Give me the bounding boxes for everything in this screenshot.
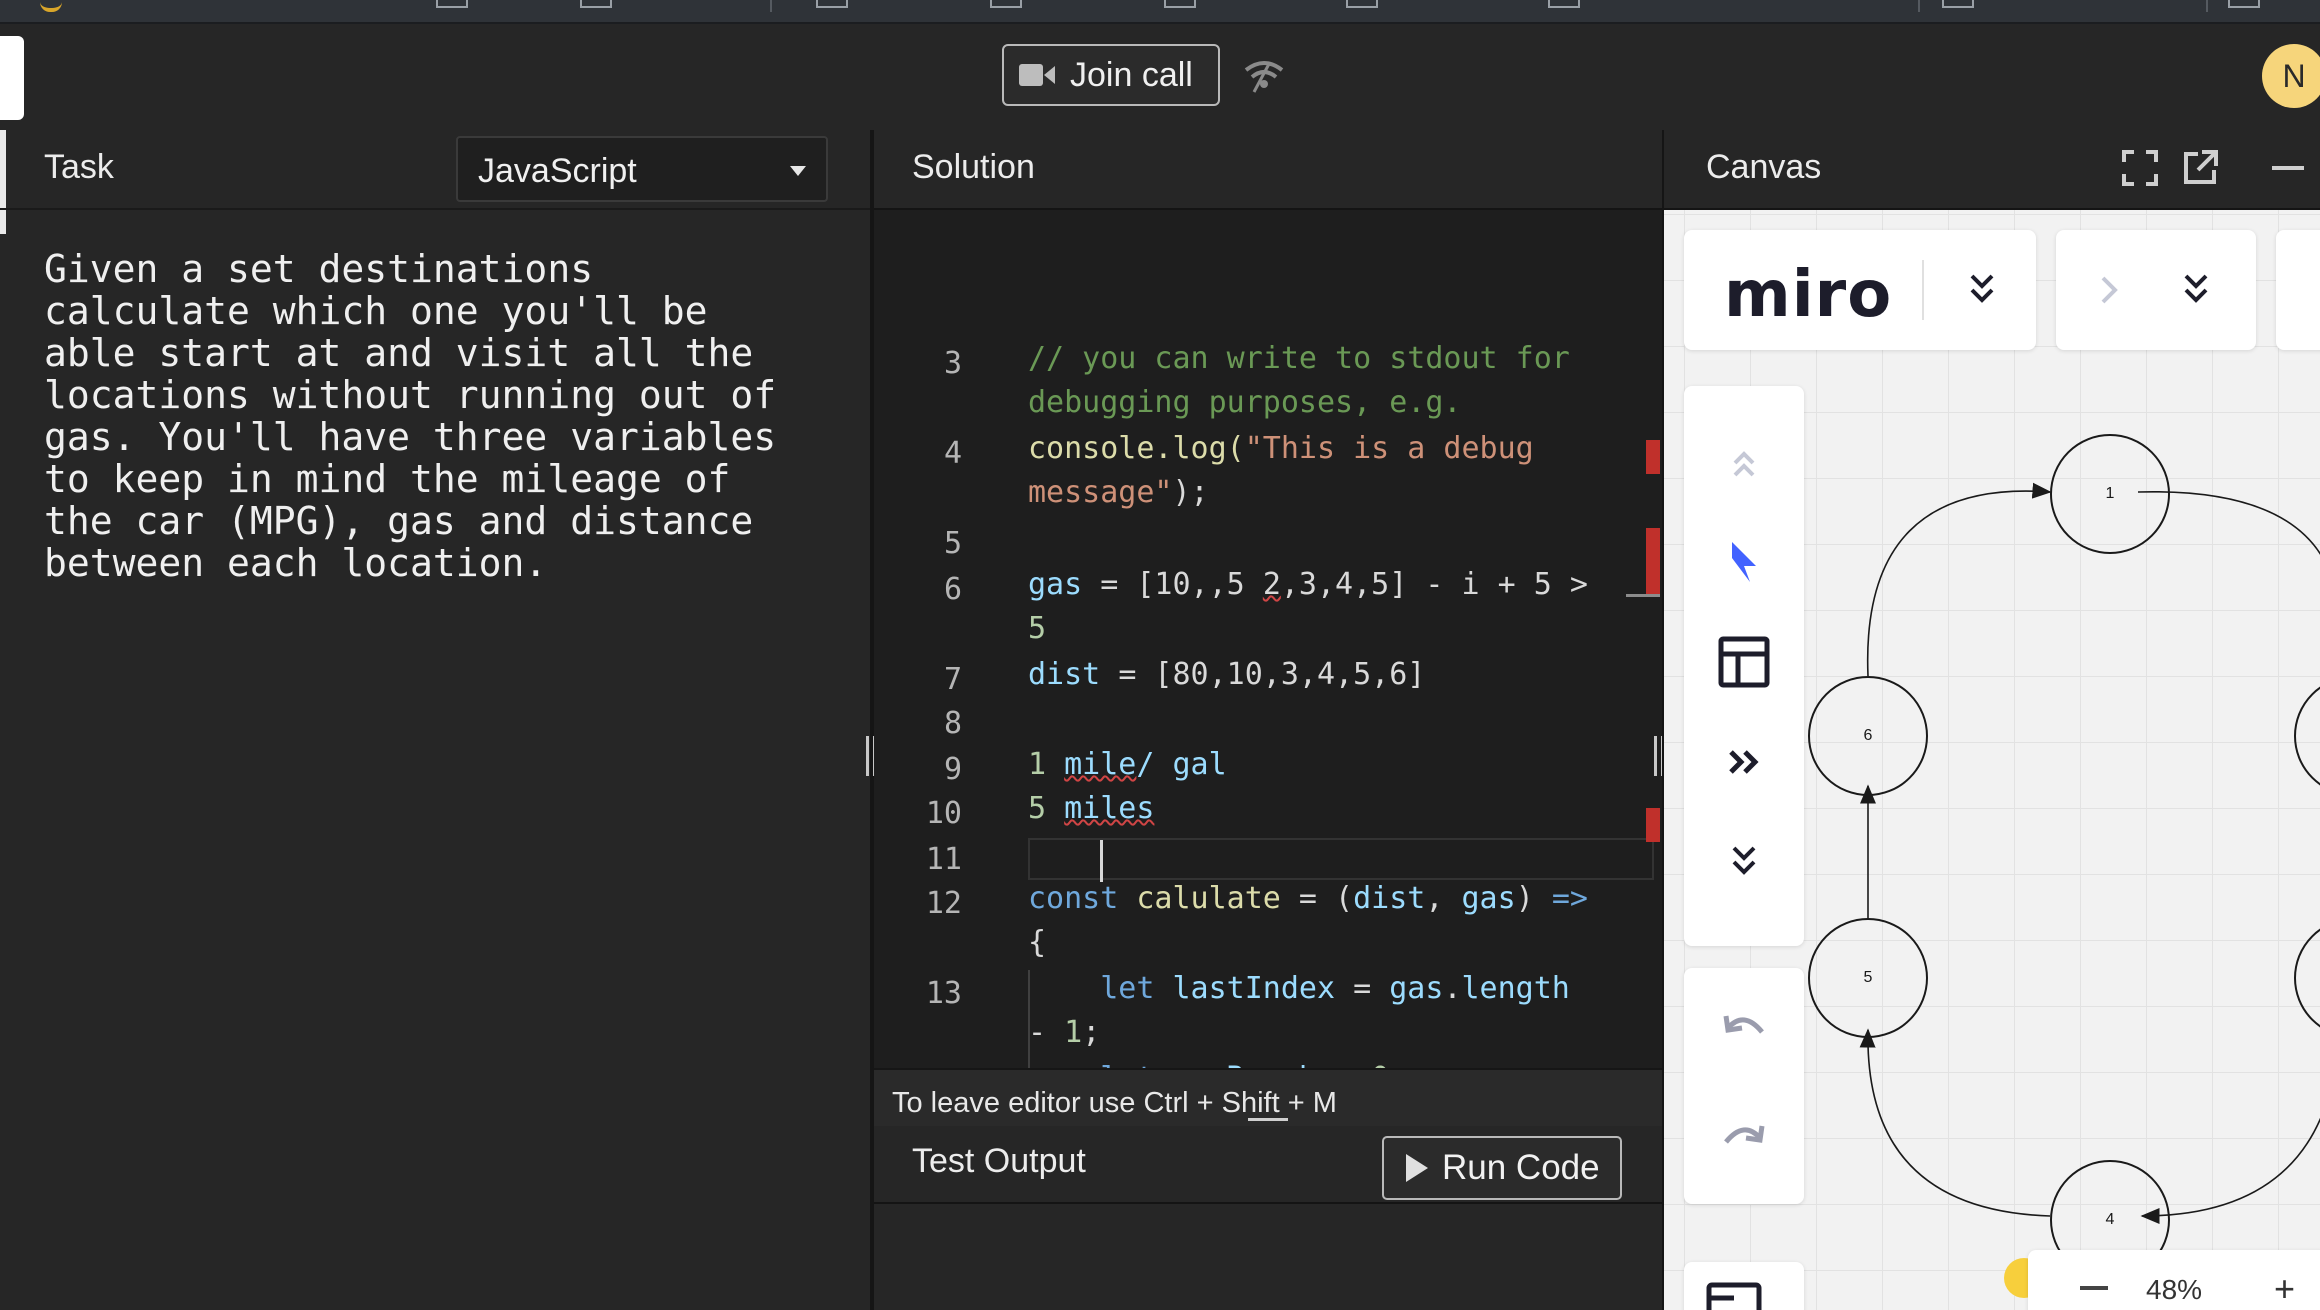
line-number: 6 — [943, 572, 962, 607]
minimize-icon[interactable] — [2268, 148, 2308, 188]
browser-indicator-icon — [40, 0, 62, 12]
canvas-title: Canvas — [1706, 148, 1822, 186]
tab-icon[interactable] — [990, 0, 1022, 8]
tab-icon[interactable] — [436, 0, 468, 8]
tab-separator — [2206, 0, 2208, 12]
zoom-controls: 48% + — [2028, 1250, 2320, 1310]
task-description: Given a set destinations calculate which… — [44, 247, 777, 585]
code-line: dist = [80,10,3,4,5,6] — [1028, 657, 1426, 692]
connection-status-icon[interactable] — [1240, 56, 1288, 96]
code-line: message"); — [1028, 475, 1209, 510]
language-select[interactable]: JavaScript — [456, 136, 828, 202]
run-code-label: Run Code — [1442, 1148, 1600, 1187]
current-line-highlight — [1028, 838, 1654, 880]
graph-node-label: 1 — [2105, 485, 2115, 502]
test-output-header: Test Output Run Code — [874, 1126, 1662, 1204]
code-line: // you can write to stdout for — [1028, 341, 1570, 376]
line-number: 9 — [943, 752, 962, 787]
tab-icon[interactable] — [1548, 0, 1580, 8]
line-number: 3 — [943, 346, 962, 381]
graph-node-label: 6 — [1863, 727, 1873, 744]
test-output-title: Test Output — [912, 1142, 1086, 1180]
code-line: 5 miles — [1028, 791, 1155, 826]
graph-node-label: 5 — [1863, 969, 1873, 986]
fullscreen-icon[interactable] — [2120, 148, 2160, 188]
solution-panel: Solution 3 4 5 6 7 8 9 10 11 12 13 14 15… — [874, 130, 1664, 1310]
join-call-label: Join call — [1070, 55, 1193, 94]
code-token: "This is a debug — [1244, 431, 1534, 466]
code-token: console.log( — [1028, 431, 1245, 466]
graph-node-label: 4 — [2105, 1211, 2115, 1228]
popout-icon[interactable] — [2180, 148, 2220, 188]
code-line: debugging purposes, e.g. — [1028, 385, 1462, 420]
tab-separator — [770, 0, 772, 12]
code-line: const calulate = (dist, gas) => — [1028, 881, 1588, 916]
browser-tab-strip — [0, 0, 2320, 24]
tab-icon[interactable] — [580, 0, 612, 8]
test-output-body — [874, 1204, 1662, 1310]
error-marker[interactable] — [1646, 528, 1660, 596]
tab-icon[interactable] — [1346, 0, 1378, 8]
error-marker[interactable] — [1646, 440, 1660, 474]
join-call-button[interactable]: Join call — [1002, 44, 1220, 106]
graph-node[interactable]: 5 — [1808, 918, 1928, 1038]
line-number: 8 — [943, 706, 962, 741]
language-select-value: JavaScript — [478, 152, 637, 190]
editor-hint-text: To leave editor use Ctrl + Shift + M — [892, 1087, 1337, 1119]
tab-icon[interactable] — [2228, 0, 2260, 8]
code-line: let lastIndex = gas.length — [1100, 971, 1570, 1006]
canvas-panel-header: Canvas — [1664, 130, 2320, 210]
code-line: { — [1028, 925, 1047, 960]
code-line: gas = [10,,5 2,3,4,5] - i + 5 > — [1028, 567, 1588, 602]
side-drawer-tab[interactable] — [0, 36, 24, 120]
graph-node[interactable]: 1 — [2050, 434, 2170, 554]
miro-board[interactable]: miro 1 6 5 4 48% + — [1664, 210, 2320, 1310]
zoom-level[interactable]: 48% — [2146, 1274, 2202, 1306]
canvas-panel: Canvas miro 1 6 5 4 48% + — [1664, 130, 2320, 1310]
line-number: 12 — [925, 886, 962, 921]
graph-diagram — [1859, 482, 2320, 1224]
line-number: 13 — [925, 976, 962, 1011]
code-line: 1 mile/ gal — [1028, 747, 1227, 782]
line-number-gutter: 3 4 5 6 7 8 9 10 11 12 13 14 15 — [874, 210, 974, 1192]
scroll-position-indicator — [1626, 594, 1660, 597]
line-number: 5 — [943, 526, 962, 561]
error-marker[interactable] — [1646, 808, 1660, 842]
line-number: 11 — [925, 842, 962, 877]
line-number: 7 — [943, 662, 962, 697]
video-camera-icon — [1019, 64, 1055, 86]
code-line: - 1; — [1028, 1015, 1101, 1050]
zoom-out-icon[interactable] — [2080, 1286, 2108, 1290]
zoom-in-icon[interactable]: + — [2274, 1271, 2295, 1307]
task-title: Task — [44, 148, 114, 186]
tab-icon[interactable] — [1164, 0, 1196, 8]
task-panel-header: Task JavaScript — [0, 130, 870, 210]
avatar-initial: N — [2282, 57, 2306, 94]
text-cursor — [1100, 840, 1103, 882]
user-avatar[interactable]: N — [2262, 44, 2320, 108]
solution-panel-header: Solution — [874, 130, 1662, 210]
solution-title: Solution — [912, 148, 1035, 186]
line-number: 4 — [943, 436, 962, 471]
play-icon — [1406, 1154, 1428, 1182]
tab-icon[interactable] — [1942, 0, 1974, 8]
dropdown-caret-icon — [790, 166, 806, 176]
run-code-button[interactable]: Run Code — [1382, 1136, 1622, 1200]
graph-node[interactable]: 6 — [1808, 676, 1928, 796]
tab-separator — [1918, 0, 1920, 12]
tab-icon[interactable] — [816, 0, 848, 8]
code-line: 5 — [1028, 611, 1047, 646]
code-editor[interactable]: 3 4 5 6 7 8 9 10 11 12 13 14 15 // you c… — [874, 210, 1662, 1192]
task-panel: Task JavaScript Given a set destinations… — [0, 130, 870, 1310]
code-line: console.log("This is a debug — [1028, 426, 1638, 471]
line-number: 10 — [925, 796, 962, 831]
